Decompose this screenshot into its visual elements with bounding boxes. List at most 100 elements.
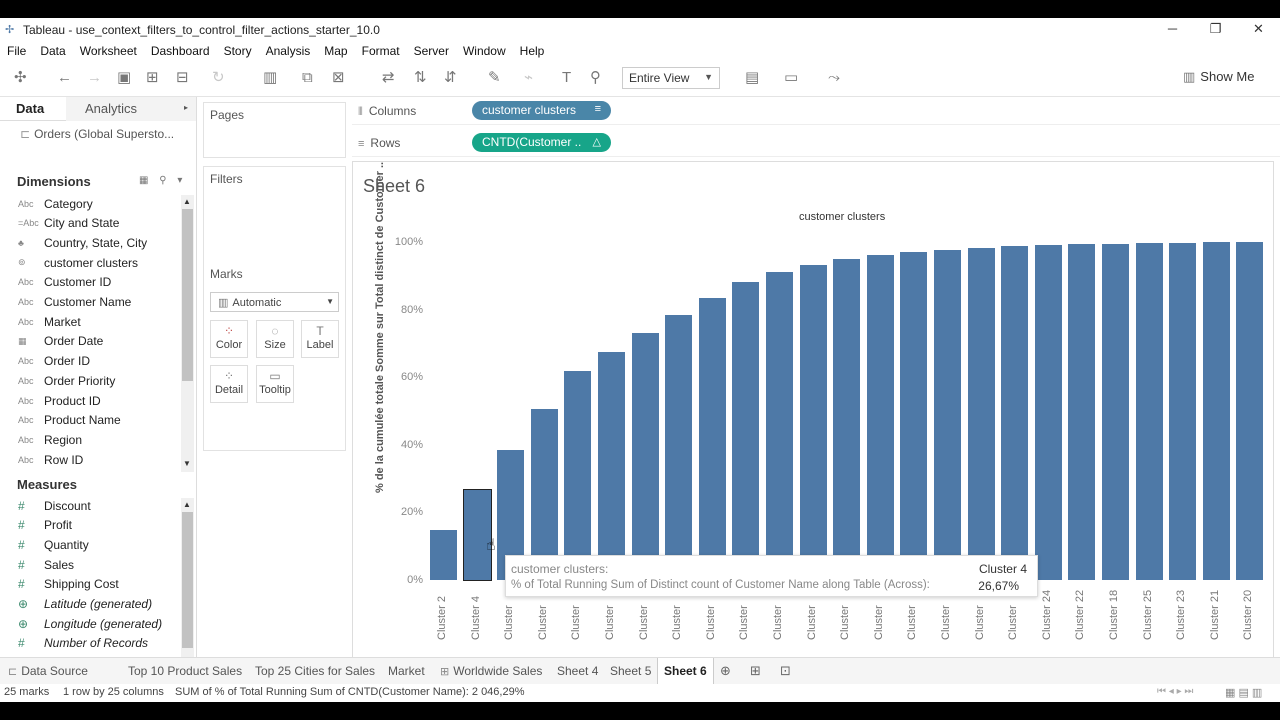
dimension-item[interactable]: Abc Category <box>18 194 93 213</box>
bar-mark[interactable] <box>1236 242 1264 580</box>
view-mode-icons[interactable]: ▦ ▤ ▥ <box>1225 686 1262 699</box>
show-cards-icon[interactable]: ▤ <box>745 69 759 87</box>
tab-top-25-cities[interactable]: Top 25 Cities for Sales <box>255 658 375 684</box>
undo-icon[interactable]: ← <box>57 69 72 87</box>
swap-rows-columns-icon[interactable]: ⇄ <box>382 69 395 87</box>
bar-mark[interactable] <box>430 530 457 580</box>
tab-market[interactable]: Market <box>388 658 425 684</box>
share-icon[interactable]: ⤳ <box>828 69 840 87</box>
dimension-item[interactable]: Abc Customer Name <box>18 293 131 312</box>
dimension-item[interactable]: ♣ Country, State, City <box>18 233 147 252</box>
rows-shelf[interactable]: ≡ Rows CNTD(Customer .. △ <box>352 129 1280 157</box>
sheet-navigation-icons[interactable]: ⏮ ◂ ▸ ⏭ <box>1157 686 1193 697</box>
duplicate-sheet-icon[interactable]: ⧉ <box>302 69 313 87</box>
show-mark-labels-icon[interactable]: T <box>562 69 571 87</box>
menu-format[interactable]: Format <box>362 44 400 58</box>
menu-analysis[interactable]: Analysis <box>266 44 311 58</box>
tooltip-button[interactable]: ▭ Tooltip <box>256 365 294 403</box>
bar-mark[interactable] <box>967 247 995 580</box>
bar-mark[interactable] <box>1068 244 1096 580</box>
dimensions-scrollbar[interactable]: ▲ ▼ <box>181 195 194 472</box>
bar-mark[interactable] <box>598 352 625 580</box>
measure-item[interactable]: # Sales <box>18 555 74 574</box>
bar-mark[interactable] <box>1001 246 1029 580</box>
show-me-button[interactable]: ▥ Show Me <box>1183 69 1255 85</box>
tab-worldwide-sales[interactable]: ⊞ Worldwide Sales <box>440 658 542 684</box>
bar-mark[interactable] <box>766 271 793 580</box>
tab-data[interactable]: Data <box>16 101 44 116</box>
size-button[interactable]: ◌ Size <box>256 320 294 358</box>
pin-axes-icon[interactable]: ⚲ <box>590 69 601 87</box>
new-worksheet-icon[interactable]: ⊕ <box>720 663 731 679</box>
pages-card[interactable]: Pages <box>203 102 346 158</box>
measure-item[interactable]: ⊕ Longitude (generated) <box>18 614 162 633</box>
bar-mark[interactable] <box>698 298 726 580</box>
dimension-item[interactable]: Abc Customer ID <box>18 273 111 292</box>
bar-mark[interactable] <box>1135 243 1163 580</box>
bar-mark[interactable] <box>732 282 760 580</box>
bar-mark[interactable] <box>631 332 659 580</box>
bar-mark[interactable] <box>934 249 961 580</box>
menu-server[interactable]: Server <box>414 44 449 58</box>
tab-sheet-5[interactable]: Sheet 5 <box>610 658 651 684</box>
clear-sheet-icon[interactable]: ⊠ <box>332 69 345 87</box>
dimension-item[interactable]: Abc Product ID <box>18 391 101 410</box>
measure-item[interactable]: # Profit <box>18 516 72 535</box>
minimize-button[interactable]: ─ <box>1151 18 1194 42</box>
measure-item[interactable]: # Quantity <box>18 535 89 554</box>
measures-scrollbar[interactable]: ▲ ▼ <box>181 498 194 672</box>
bar-mark[interactable] <box>1034 245 1062 580</box>
measure-item[interactable]: # Discount <box>18 496 91 515</box>
new-story-icon[interactable]: ⊡ <box>780 663 791 679</box>
sort-ascending-icon[interactable]: ⇅ <box>414 69 427 87</box>
chevron-right-icon[interactable]: ▸ <box>184 103 188 112</box>
menu-window[interactable]: Window <box>463 44 506 58</box>
pause-updates-icon[interactable]: ⊟ <box>176 69 189 87</box>
menu-story[interactable]: Story <box>224 44 252 58</box>
datasource-item[interactable]: ⊏ Orders (Global Supersto... <box>20 127 174 141</box>
dimension-item[interactable]: Abc Row ID <box>18 450 83 469</box>
bar-mark[interactable] <box>833 259 861 580</box>
dimension-item[interactable]: ⊚ customer clusters <box>18 253 138 272</box>
dimension-tools[interactable]: ▦ ⚲ ▾ <box>139 175 186 186</box>
columns-shelf[interactable]: ⦀ Columns customer clusters ≡ <box>352 97 1280 125</box>
tab-data-source[interactable]: ⊏ Data Source <box>8 658 88 684</box>
bar-mark[interactable] <box>900 251 928 580</box>
measure-item[interactable]: # Shipping Cost <box>18 575 119 594</box>
color-button[interactable]: ⁘ Color <box>210 320 248 358</box>
menu-map[interactable]: Map <box>324 44 347 58</box>
dimension-item[interactable]: Abc Product Name <box>18 411 121 430</box>
highlight-icon[interactable]: ✎ <box>488 69 501 87</box>
new-datasource-icon[interactable]: ⊞ <box>146 69 159 87</box>
detail-button[interactable]: ⁘ Detail <box>210 365 248 403</box>
bar-mark[interactable] <box>665 315 693 580</box>
fit-dropdown[interactable]: Entire View ▼ <box>622 67 720 89</box>
tab-analytics[interactable]: Analytics <box>85 101 137 116</box>
new-worksheet-icon[interactable]: ▥ <box>263 69 277 87</box>
measure-item[interactable]: # Number of Records <box>18 634 148 653</box>
label-button[interactable]: T Label <box>301 320 339 358</box>
redo-icon[interactable]: → <box>87 69 102 87</box>
bar-mark[interactable] <box>799 265 827 580</box>
menu-dashboard[interactable]: Dashboard <box>151 44 210 58</box>
customer-clusters-pill[interactable]: customer clusters ≡ <box>472 101 611 120</box>
menu-worksheet[interactable]: Worksheet <box>80 44 137 58</box>
tab-sheet-6[interactable]: Sheet 6 <box>657 658 714 684</box>
dimension-item[interactable]: Abc Order Priority <box>18 371 115 390</box>
dimension-item[interactable]: Abc Market <box>18 312 81 331</box>
group-members-icon[interactable]: ⌁ <box>524 69 533 87</box>
bar-mark[interactable] <box>866 255 894 580</box>
menu-data[interactable]: Data <box>40 44 65 58</box>
restore-button[interactable]: ❐ <box>1194 18 1237 42</box>
sort-descending-icon[interactable]: ⇵ <box>444 69 457 87</box>
measure-item[interactable]: ⊕ Latitude (generated) <box>18 595 152 614</box>
bar-mark[interactable] <box>1102 243 1129 580</box>
dimension-item[interactable]: ▦ Order Date <box>18 332 103 351</box>
filters-card[interactable]: Filters <box>203 166 346 251</box>
menu-file[interactable]: File <box>7 44 26 58</box>
new-dashboard-icon[interactable]: ⊞ <box>750 663 761 679</box>
dimension-item[interactable]: Abc Region <box>18 430 82 449</box>
tableau-home-icon[interactable]: ✣ <box>14 69 27 87</box>
dimension-item[interactable]: Abc Order ID <box>18 352 90 371</box>
tab-sheet-4[interactable]: Sheet 4 <box>557 658 598 684</box>
